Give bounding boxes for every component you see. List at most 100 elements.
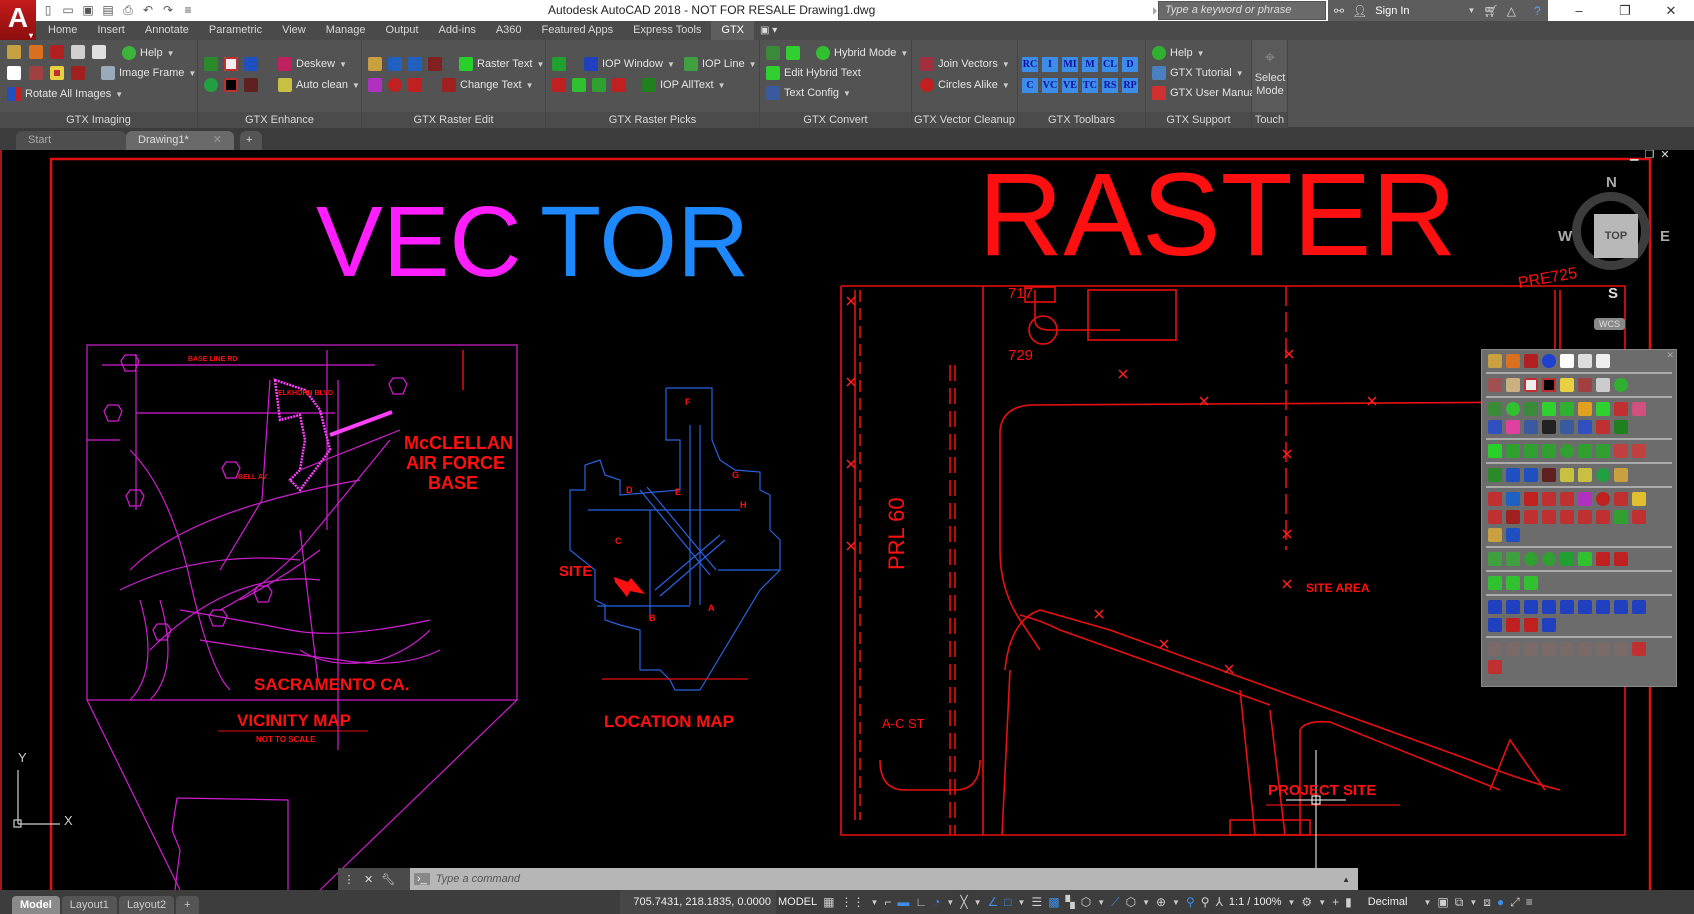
mirror-icon[interactable]	[1524, 492, 1538, 506]
dynamic-ucs-icon[interactable]: ⟋	[1111, 895, 1119, 910]
iop-window-icon[interactable]	[1488, 600, 1502, 614]
workspace-gear-icon[interactable]: ⚙	[1301, 895, 1312, 909]
broom-icon[interactable]	[1560, 468, 1574, 482]
move-icon[interactable]	[388, 57, 402, 71]
save-icon[interactable]: ▣	[80, 2, 96, 18]
compass-s[interactable]: S	[1608, 285, 1618, 302]
break-icon[interactable]	[1578, 510, 1592, 524]
disabled-tool-icon[interactable]	[1596, 642, 1610, 656]
rotate-icon[interactable]	[1596, 492, 1610, 506]
pdf-icon[interactable]	[1506, 354, 1520, 368]
command-prompt-icon[interactable]: ›_	[414, 873, 430, 885]
text-box-icon[interactable]	[1578, 420, 1592, 434]
gtx-open-icon[interactable]	[1488, 354, 1502, 368]
help-icon[interactable]: ?	[1534, 4, 1541, 18]
iop-poly2-icon[interactable]	[1560, 600, 1574, 614]
tab-output[interactable]: Output	[376, 21, 429, 40]
iop-circle2-icon[interactable]	[1542, 552, 1556, 566]
arc2-icon[interactable]	[1632, 444, 1646, 458]
viewcube-top-face[interactable]: TOP	[1594, 214, 1638, 258]
undo-icon[interactable]: ↶	[140, 2, 156, 18]
ribbon-display-toggle[interactable]: ▣ ▾	[760, 25, 777, 36]
measure-icon[interactable]	[1632, 492, 1646, 506]
mirror-icon[interactable]	[408, 78, 422, 92]
toolbar-tc-button[interactable]: TC	[1082, 78, 1098, 93]
chamfer-icon[interactable]	[1560, 510, 1574, 524]
close-toolbar-icon[interactable]: ✕	[1666, 350, 1674, 361]
disabled-tool-icon[interactable]	[1614, 642, 1628, 656]
auto-clean-button[interactable]: Auto clean ▼	[278, 78, 360, 92]
iop-box-icon[interactable]	[1614, 552, 1628, 566]
iop-shape-icon[interactable]	[1632, 600, 1646, 614]
stretch-icon[interactable]	[1488, 510, 1502, 524]
grip-handle-icon[interactable]: ⋮	[338, 868, 360, 890]
filter-icon[interactable]	[244, 78, 258, 92]
iop-hourglass-icon[interactable]	[1524, 618, 1538, 632]
hybrid-mode-button[interactable]: Hybrid Mode ▼	[816, 46, 908, 60]
viewport-close-icon[interactable]: ✕	[1660, 150, 1669, 161]
delete-icon[interactable]	[1488, 660, 1502, 674]
disabled-tool-icon[interactable]	[1524, 642, 1538, 656]
help-button[interactable]: Help ▼	[122, 46, 175, 60]
iop-line-button[interactable]: IOP Line ▼	[684, 57, 757, 71]
open-icon[interactable]: ▭	[60, 2, 76, 18]
iop-peak-icon[interactable]	[1578, 552, 1592, 566]
gtx-help-button[interactable]: Help ▼	[1152, 46, 1205, 60]
chevron-down-icon[interactable]: ▼	[1288, 898, 1296, 907]
annotation-monitor-icon[interactable]: +	[1332, 895, 1339, 909]
rectangle-icon[interactable]	[1578, 444, 1592, 458]
toolbar-mi-button[interactable]: MI	[1062, 57, 1078, 72]
units-ruler-icon[interactable]: ▮	[1345, 895, 1352, 909]
text-config-icon[interactable]	[1524, 420, 1538, 434]
crop-icon[interactable]	[224, 57, 238, 71]
hardware-acceleration-icon[interactable]: ●	[1497, 895, 1504, 909]
lineweight-icon[interactable]: ☰	[1031, 895, 1042, 909]
transparency-icon[interactable]: ▩	[1048, 895, 1059, 909]
iop-peak-icon[interactable]	[572, 78, 586, 92]
add-layout-button[interactable]: +	[176, 896, 199, 914]
iop-box-icon[interactable]	[612, 78, 626, 92]
tab-drawing1[interactable]: Drawing1* ✕	[126, 131, 234, 150]
filter-icon[interactable]	[1542, 468, 1556, 482]
toolbar-cl-button[interactable]: CL	[1102, 57, 1118, 72]
3d-osnap-icon[interactable]: ⬡	[1081, 895, 1091, 909]
minimize-button[interactable]: –	[1556, 0, 1602, 21]
iop-diag-icon[interactable]	[1488, 618, 1502, 632]
array-icon[interactable]	[1560, 492, 1574, 506]
chevron-down-icon[interactable]: ▼	[946, 898, 954, 907]
pen-icon[interactable]	[1614, 510, 1628, 524]
chevron-down-icon[interactable]: ▼	[1172, 898, 1180, 907]
deskew-image-icon[interactable]	[204, 57, 218, 71]
iop-circle-icon[interactable]	[1524, 552, 1538, 566]
circles-alike-button[interactable]: Circles Alike ▼	[920, 78, 1010, 92]
iop-split-icon[interactable]	[552, 78, 566, 92]
tab-add-ins[interactable]: Add-ins	[429, 21, 486, 40]
diamond-icon[interactable]	[1596, 444, 1610, 458]
tab-start[interactable]: Start	[16, 131, 126, 150]
viewcube[interactable]: TOP N S W E WCS	[1558, 174, 1670, 330]
annotation-scale-icon[interactable]: ⅄	[1216, 895, 1223, 909]
tab-gtx[interactable]: GTX	[711, 21, 755, 40]
autodesk-app-icon[interactable]: △	[1507, 4, 1516, 18]
chevron-down-icon[interactable]: ▼	[1469, 898, 1477, 907]
close-command-icon[interactable]: ✕	[364, 873, 373, 886]
chevron-down-icon[interactable]: ▼	[1423, 898, 1431, 907]
selection-filter-icon[interactable]: ⬡	[1126, 895, 1136, 909]
line-erase-icon[interactable]	[1596, 510, 1610, 524]
line-icon[interactable]	[1506, 444, 1520, 458]
model-space-button[interactable]: MODEL	[778, 896, 817, 908]
raster-text-button[interactable]: Raster Text ▼	[459, 57, 544, 71]
gtx-floating-toolbar[interactable]: ✕	[1481, 349, 1677, 687]
toolbar-i-button[interactable]: I	[1042, 57, 1058, 72]
infer-constraints-icon[interactable]: ⌐	[884, 895, 891, 909]
text-config-button[interactable]: Text Config ▼	[766, 86, 851, 100]
lock-ui-icon[interactable]: ⧉	[1455, 895, 1464, 910]
move-cross-icon[interactable]	[368, 78, 382, 92]
wcs-menu[interactable]: WCS	[1594, 318, 1625, 330]
image-off-icon[interactable]	[29, 66, 43, 80]
deskew-image-icon[interactable]	[1488, 468, 1502, 482]
undo-pick-icon[interactable]	[1524, 576, 1538, 590]
object-snap-icon[interactable]: □	[1004, 895, 1011, 909]
chevron-down-icon[interactable]: ▼	[1318, 898, 1326, 907]
close-button[interactable]: ✕	[1648, 0, 1694, 21]
